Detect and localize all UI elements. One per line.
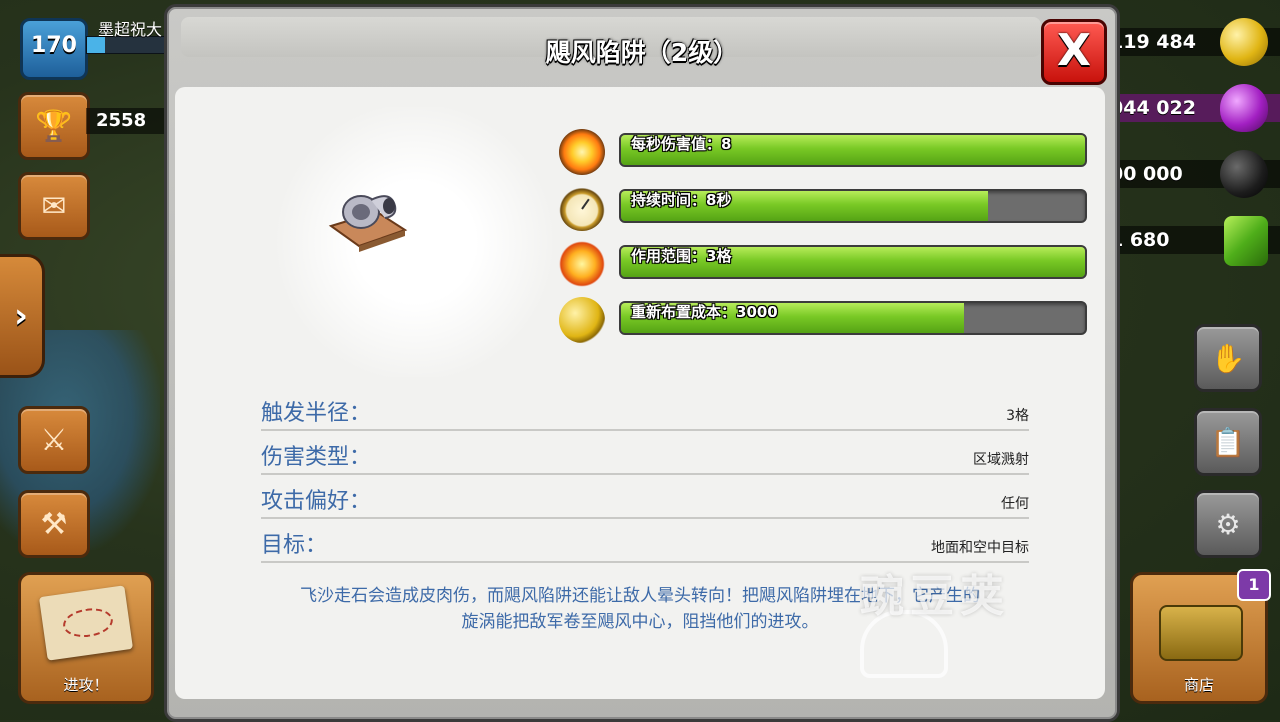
info-label: 攻击偏好： [261, 489, 372, 514]
stat-row-range: 作用范围：3格 [559, 241, 1089, 287]
gear-icon: ⚙ [1215, 507, 1241, 541]
player-name: 墨超祝大 [98, 20, 163, 39]
stopwatch-icon [559, 185, 605, 231]
tornado-trap-icon [328, 195, 408, 252]
shop-notification-badge: 1 [1237, 569, 1271, 601]
trophy-count: 2558 [86, 108, 172, 134]
info-row-preferred-target: 攻击偏好： 任何 [261, 479, 1029, 519]
trap-glow [265, 107, 565, 377]
gold-icon [1220, 18, 1268, 66]
area-burst-icon [559, 241, 605, 287]
gem-icon [1224, 216, 1268, 266]
settings-button[interactable]: ⚙ [1194, 490, 1262, 558]
info-label: 目标： [261, 533, 328, 558]
move-buildings-button[interactable]: ✋ [1194, 324, 1262, 392]
info-value: 任何 [1001, 496, 1029, 512]
stat-row-damage: 每秒伤害值：8 [559, 129, 1089, 175]
close-button[interactable]: X [1041, 19, 1107, 85]
stat-label-damage: 每秒伤害值：8 [631, 135, 732, 153]
attack-button[interactable]: 进攻！ [18, 572, 154, 704]
stat-bar-rearm-cost: 重新布置成本：3000 [619, 301, 1087, 335]
stat-row-duration: 持续时间：8秒 [559, 185, 1089, 231]
dark-elixir-icon [1220, 150, 1268, 198]
stat-bar-range: 作用范围：3格 [619, 245, 1087, 279]
crossed-swords-icon: ⚔ [40, 422, 68, 458]
battle-button[interactable]: ⚔ [18, 406, 90, 474]
info-value: 3格 [1006, 408, 1029, 424]
info-label: 触发半径： [261, 401, 372, 426]
info-value: 地面和空中目标 [931, 540, 1029, 556]
explosion-icon [559, 129, 605, 175]
chevron-right-icon: › [13, 296, 28, 336]
hammer-icon: ⚒ [40, 506, 68, 542]
player-level-badge[interactable]: 170 [20, 18, 88, 80]
notes-button[interactable]: 📋 [1194, 408, 1262, 476]
shop-label: 商店 [1183, 676, 1214, 694]
stat-row-rearm-cost: 重新布置成本：3000 [559, 297, 1089, 343]
trophy-button[interactable]: 🏆 [18, 92, 90, 160]
trophy-icon: 🏆 [35, 108, 73, 144]
stat-label-rearm-cost: 重新布置成本：3000 [631, 303, 778, 321]
clipboard-icon: 📋 [1210, 425, 1246, 459]
watermark-text: 豌豆荚 [860, 571, 1010, 622]
stat-bar-damage: 每秒伤害值：8 [619, 133, 1087, 167]
info-row-trigger-radius: 触发半径： 3格 [261, 391, 1029, 431]
shop-button[interactable]: 1 商店 [1130, 569, 1271, 704]
dialog-title: 飓风陷阱（2级） [545, 38, 739, 67]
stat-label-range: 作用范围：3格 [631, 247, 732, 265]
info-value: 区域溅射 [973, 452, 1029, 468]
stat-label-duration: 持续时间：8秒 [631, 191, 732, 209]
treasure-chest-icon [1159, 605, 1243, 661]
builder-button[interactable]: ⚒ [18, 490, 90, 558]
mail-button[interactable]: ✉ [18, 172, 90, 240]
stat-bar-duration: 持续时间：8秒 [619, 189, 1087, 223]
gold-coin-icon [559, 297, 605, 343]
info-label: 伤害类型： [261, 445, 372, 470]
info-row-targets: 目标： 地面和空中目标 [261, 523, 1029, 563]
elixir-icon [1220, 84, 1268, 132]
expand-sidebar-button[interactable]: › [0, 254, 45, 378]
attack-label: 进攻！ [63, 676, 109, 694]
info-row-damage-type: 伤害类型： 区域溅射 [261, 435, 1029, 475]
hand-arrow-icon: ✋ [1210, 341, 1246, 375]
mail-icon: ✉ [41, 188, 67, 224]
map-icon [38, 585, 134, 661]
